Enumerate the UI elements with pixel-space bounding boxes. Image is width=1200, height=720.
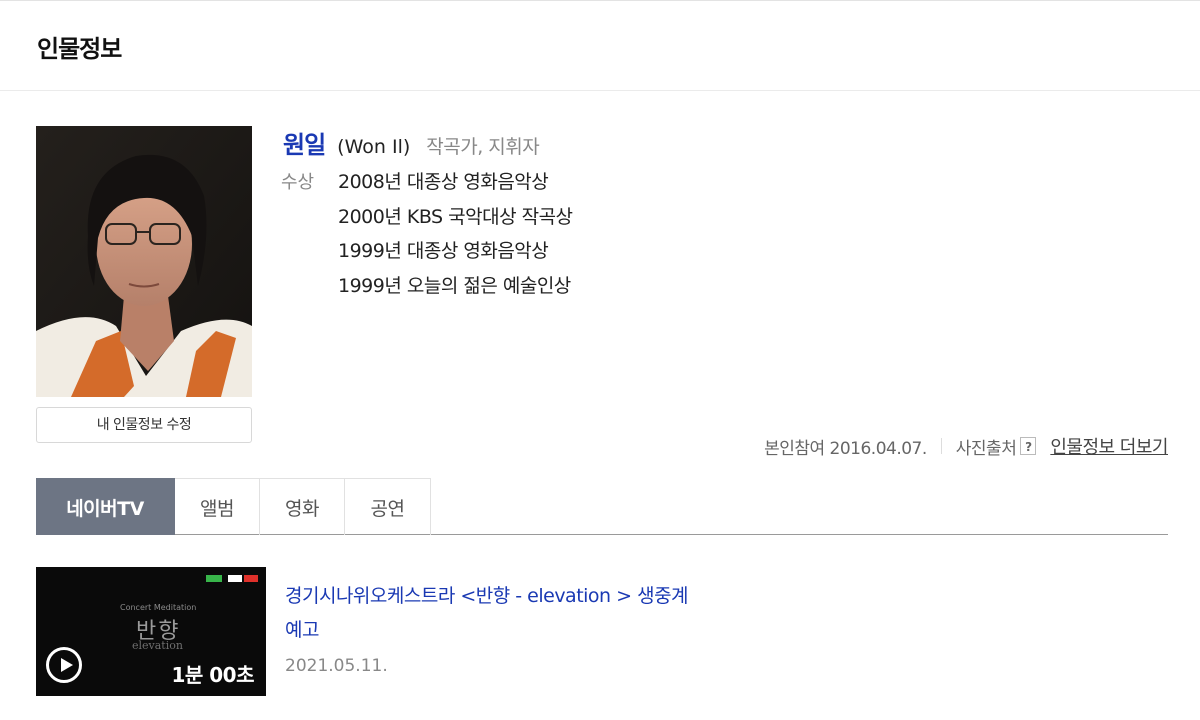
play-icon[interactable] xyxy=(46,647,82,683)
edit-profile-button[interactable]: 내 인물정보 수정 xyxy=(36,407,252,443)
award-item: 2008년 대종상 영화음악상 xyxy=(338,171,549,193)
card-header: 인물정보 xyxy=(0,1,1200,91)
thumbnail-english: elevation xyxy=(132,639,183,652)
person-info-card: 인물정보 내 인물정보 수정 원일 (Won Il) 작곡가, 지휘자 수상 2… xyxy=(0,0,1200,720)
video-duration: 1분 00초 xyxy=(171,663,254,687)
tab-performance[interactable]: 공연 xyxy=(345,478,431,535)
channel-badge xyxy=(206,575,258,584)
profile-photo[interactable] xyxy=(36,126,252,397)
award-list: 2008년 대종상 영화음악상 2000년 KBS 국악대상 작곡상 1999년… xyxy=(338,167,573,305)
award-label: 수상 xyxy=(281,172,315,193)
occupation: 작곡가, 지휘자 xyxy=(426,136,540,158)
tab-movie[interactable]: 영화 xyxy=(260,478,345,535)
video-thumbnail[interactable]: Concert Meditation 반향 elevation 1분 00초 xyxy=(36,567,266,696)
award-item: 2000년 KBS 국악대상 작곡상 xyxy=(338,205,573,228)
video-date: 2021.05.11. xyxy=(285,656,388,676)
name-row: 원일 (Won Il) 작곡가, 지휘자 xyxy=(283,125,540,160)
english-name: (Won Il) xyxy=(337,136,411,158)
divider xyxy=(940,438,942,454)
help-icon[interactable]: ? xyxy=(1020,437,1037,455)
video-title-link[interactable]: 경기시나위오케스트라 <반향 - elevation > 생중계 예고 xyxy=(285,579,705,647)
profile-meta: 본인참여 2016.04.07. 사진출처 ? 인물정보 더보기 xyxy=(764,433,1168,459)
photo-source-label: 사진출처 xyxy=(955,438,1017,459)
thumbnail-subtitle: Concert Meditation xyxy=(120,603,197,612)
award-item: 1999년 대종상 영화음악상 xyxy=(338,240,549,262)
card-title: 인물정보 xyxy=(37,35,122,63)
more-info-link[interactable]: 인물정보 더보기 xyxy=(1050,433,1168,459)
tab-album[interactable]: 앨범 xyxy=(175,478,260,535)
award-item: 1999년 오늘의 젊은 예술인상 xyxy=(338,274,571,297)
content-tabs: 네이버TV 앨범 영화 공연 xyxy=(36,478,1168,535)
person-name[interactable]: 원일 xyxy=(283,125,326,160)
tab-naver-tv[interactable]: 네이버TV xyxy=(36,478,175,535)
self-participation-date: 본인참여 2016.04.07. xyxy=(764,438,927,459)
